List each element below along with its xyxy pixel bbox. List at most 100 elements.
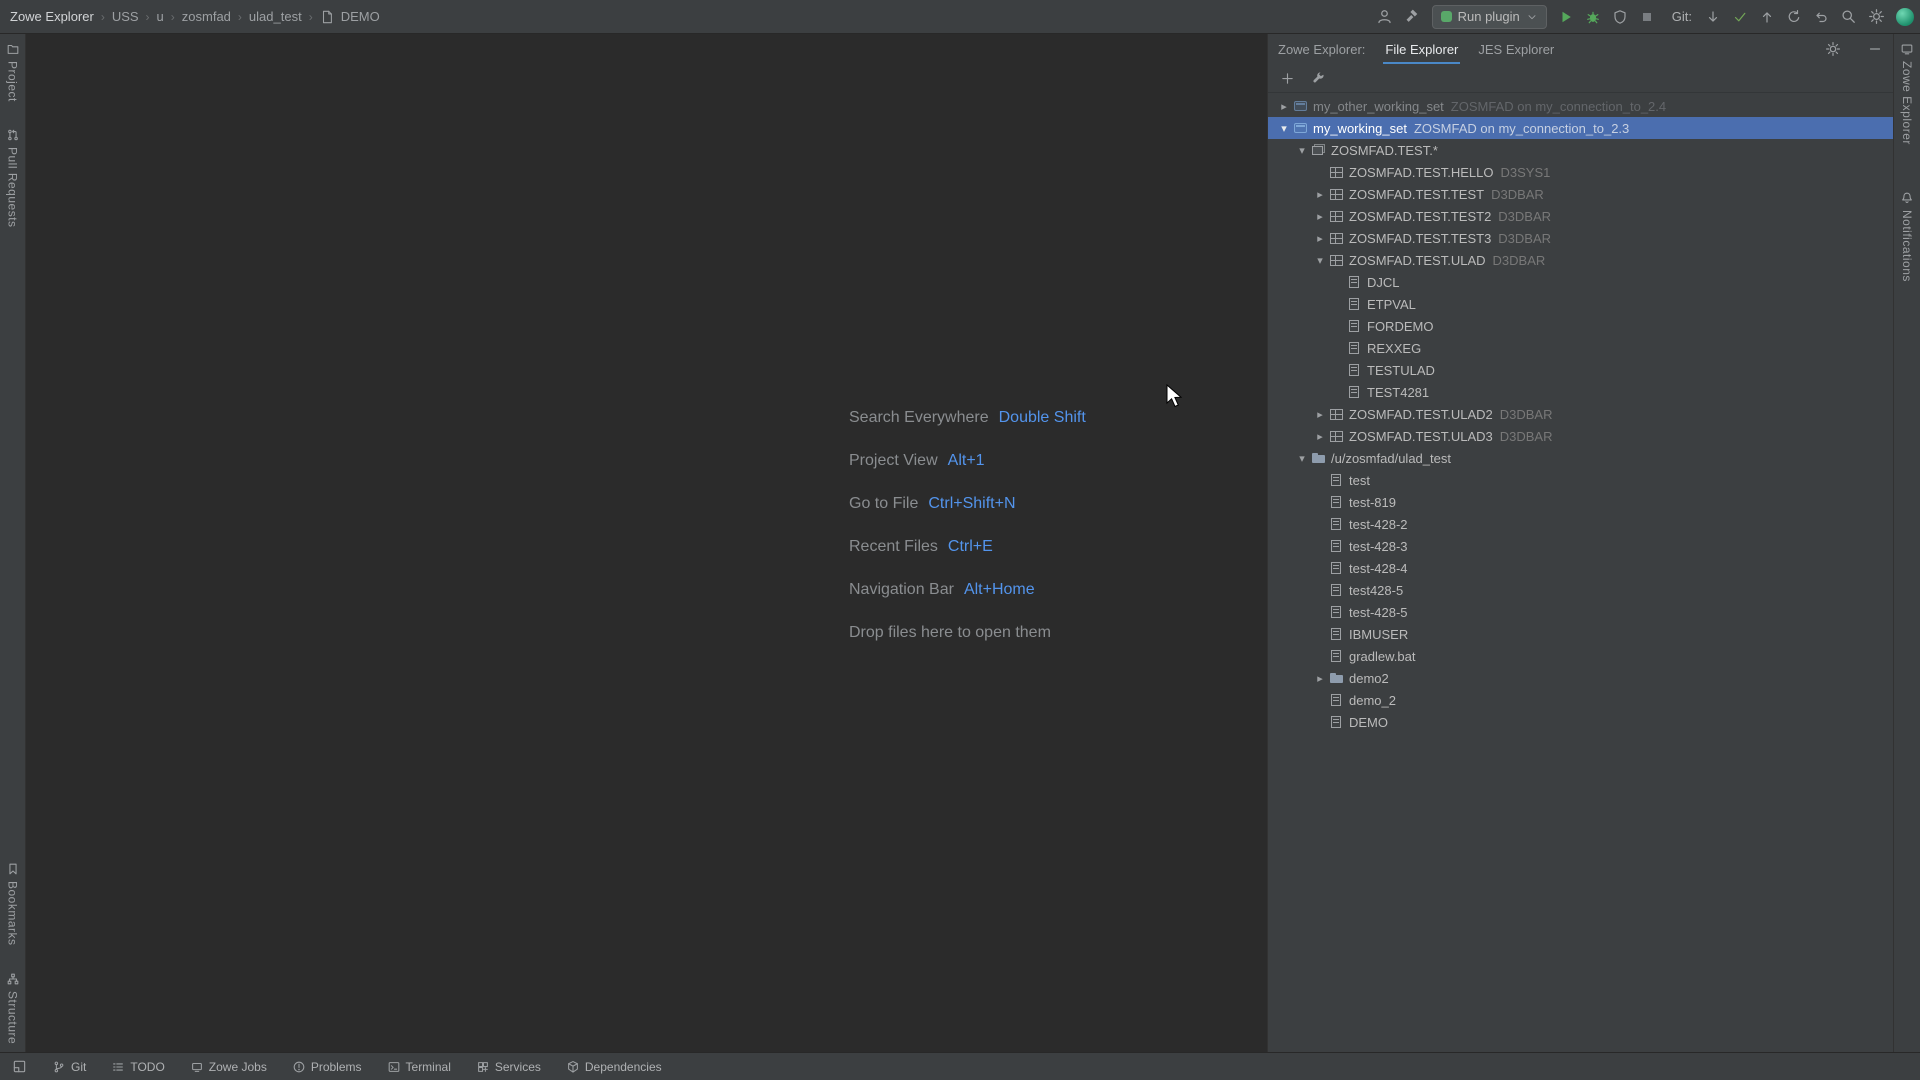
- ds-icon: [1328, 164, 1345, 180]
- panel-toolbar: [1268, 64, 1893, 93]
- statusbar-item-zowe-jobs[interactable]: Zowe Jobs: [190, 1060, 267, 1074]
- panel-settings-gear-icon[interactable]: [1825, 41, 1841, 57]
- tree-row[interactable]: ▾ZOSMFAD.TEST.ULADD3DBAR: [1268, 249, 1893, 271]
- settings-wrench-icon[interactable]: [1311, 71, 1326, 86]
- todo-list-icon: [111, 1060, 125, 1074]
- toolstripe-label: Bookmarks: [6, 881, 20, 946]
- coverage-shield-icon[interactable]: [1612, 9, 1628, 25]
- top-toolbar: Zowe Explorer › USS › u › zosmfad › ulad…: [0, 0, 1920, 34]
- tree-row[interactable]: test: [1268, 469, 1893, 491]
- ws-icon: [1292, 98, 1309, 114]
- file-icon: [1328, 604, 1345, 620]
- search-icon[interactable]: [1840, 8, 1857, 25]
- statusbar-item-services[interactable]: Services: [476, 1060, 541, 1074]
- hide-panel-icon[interactable]: [1867, 41, 1883, 57]
- statusbar-item-git[interactable]: Git: [52, 1060, 86, 1074]
- toolstripe-bookmarks[interactable]: Bookmarks: [6, 862, 20, 946]
- breadcrumb-item-zosmfad[interactable]: zosmfad: [182, 9, 231, 24]
- tree-row[interactable]: ▸my_other_working_setZOSMFAD on my_conne…: [1268, 95, 1893, 117]
- chevron-collapsed-icon[interactable]: ▸: [1312, 430, 1328, 443]
- toolstripe-structure[interactable]: Structure: [6, 972, 20, 1044]
- ds-icon: [1328, 406, 1345, 422]
- toolstripe-notifications[interactable]: Notifications: [1900, 191, 1914, 282]
- shortcut-text: Ctrl+Shift+N: [928, 495, 1015, 513]
- toolstripe-zowe-explorer[interactable]: Zowe Explorer: [1900, 42, 1914, 145]
- chevron-collapsed-icon[interactable]: ▸: [1312, 408, 1328, 421]
- tree-row[interactable]: ETPVAL: [1268, 293, 1893, 315]
- tree-row[interactable]: test-819: [1268, 491, 1893, 513]
- member-icon: [1346, 362, 1363, 378]
- tree-row[interactable]: ▾my_working_setZOSMFAD on my_connection_…: [1268, 117, 1893, 139]
- chevron-collapsed-icon[interactable]: ▸: [1276, 100, 1292, 113]
- tree-row[interactable]: IBMUSER: [1268, 623, 1893, 645]
- chevron-expanded-icon[interactable]: ▾: [1294, 452, 1310, 465]
- tree-row[interactable]: DEMO: [1268, 711, 1893, 733]
- hint-row-drop: Drop files here to open them: [849, 611, 1086, 654]
- chevron-expanded-icon[interactable]: ▾: [1276, 122, 1292, 135]
- tab-jes-explorer[interactable]: JES Explorer: [1478, 34, 1554, 64]
- statusbar-item-problems[interactable]: Problems: [292, 1060, 362, 1074]
- tree-row[interactable]: ▸ZOSMFAD.TEST.TEST3D3DBAR: [1268, 227, 1893, 249]
- build-hammer-icon[interactable]: [1404, 8, 1421, 25]
- problems-icon: [292, 1060, 306, 1074]
- add-icon[interactable]: [1280, 71, 1295, 86]
- toolstripe-pull-requests[interactable]: Pull Requests: [6, 128, 20, 228]
- run-icon[interactable]: [1558, 9, 1574, 25]
- tree-item-label: demo_2: [1349, 693, 1396, 708]
- stop-icon[interactable]: [1639, 9, 1655, 25]
- tree-row[interactable]: test-428-3: [1268, 535, 1893, 557]
- tool-window-switcher-icon[interactable]: [12, 1059, 27, 1074]
- user-icon[interactable]: [1376, 8, 1393, 25]
- push-icon[interactable]: [1759, 9, 1775, 25]
- tree-row[interactable]: ▸demo2: [1268, 667, 1893, 689]
- tree-item-suffix: D3DBAR: [1498, 209, 1551, 224]
- breadcrumb-item-uss[interactable]: USS: [112, 9, 139, 24]
- breadcrumb-item-ulad-test[interactable]: ulad_test: [249, 9, 302, 24]
- update-project-icon[interactable]: [1705, 9, 1721, 25]
- rollback-undo-icon[interactable]: [1813, 9, 1829, 25]
- tree-row[interactable]: ▸ZOSMFAD.TEST.ULAD2D3DBAR: [1268, 403, 1893, 425]
- chevron-expanded-icon[interactable]: ▾: [1312, 254, 1328, 267]
- hint-label: Recent Files: [849, 538, 938, 556]
- tree-row[interactable]: demo_2: [1268, 689, 1893, 711]
- statusbar-item-terminal[interactable]: Terminal: [387, 1060, 451, 1074]
- file-icon: [1328, 582, 1345, 598]
- tree-row[interactable]: TESTULAD: [1268, 359, 1893, 381]
- statusbar-item-todo[interactable]: TODO: [111, 1060, 164, 1074]
- tree-row[interactable]: test-428-5: [1268, 601, 1893, 623]
- tree-row[interactable]: ▸ ZOSMFAD.TEST.TEST2 D3DBAR: [1268, 205, 1893, 227]
- tree-row[interactable]: ▸ZOSMFAD.TEST.ULAD3D3DBAR: [1268, 425, 1893, 447]
- tree-row[interactable]: REXXEG: [1268, 337, 1893, 359]
- tree-row[interactable]: ▾ZOSMFAD.TEST.*: [1268, 139, 1893, 161]
- settings-gear-icon[interactable]: [1868, 8, 1885, 25]
- breadcrumb-item-project[interactable]: Zowe Explorer: [10, 9, 94, 24]
- commit-check-icon[interactable]: [1732, 9, 1748, 25]
- chevron-collapsed-icon[interactable]: ▸: [1312, 672, 1328, 685]
- tree-row[interactable]: ▸ZOSMFAD.TEST.TESTD3DBAR: [1268, 183, 1893, 205]
- refresh-icon[interactable]: [1786, 9, 1802, 25]
- chevron-collapsed-icon[interactable]: ▸: [1312, 210, 1328, 223]
- tree-row[interactable]: FORDEMO: [1268, 315, 1893, 337]
- tab-file-explorer[interactable]: File Explorer: [1385, 34, 1458, 64]
- run-configuration-select[interactable]: Run plugin: [1432, 5, 1547, 29]
- chevron-collapsed-icon[interactable]: ▸: [1312, 232, 1328, 245]
- tree-row[interactable]: gradlew.bat: [1268, 645, 1893, 667]
- tree-row[interactable]: ▾/u/zosmfad/ulad_test: [1268, 447, 1893, 469]
- chevron-collapsed-icon[interactable]: ▸: [1312, 188, 1328, 201]
- file-icon: [1328, 538, 1345, 554]
- breadcrumb-item-u[interactable]: u: [157, 9, 164, 24]
- debug-bug-icon[interactable]: [1585, 9, 1601, 25]
- chevron-expanded-icon[interactable]: ▾: [1294, 144, 1310, 157]
- tree-row[interactable]: ZOSMFAD.TEST.HELLOD3SYS1: [1268, 161, 1893, 183]
- statusbar-item-dependencies[interactable]: Dependencies: [566, 1060, 662, 1074]
- tree-row[interactable]: test-428-4: [1268, 557, 1893, 579]
- tree-row[interactable]: DJCL: [1268, 271, 1893, 293]
- editor-area[interactable]: Search Everywhere Double Shift Project V…: [26, 34, 1267, 1052]
- tree-row[interactable]: test-428-2: [1268, 513, 1893, 535]
- avatar[interactable]: [1896, 8, 1914, 26]
- toolstripe-project[interactable]: Project: [6, 42, 20, 102]
- tree-row[interactable]: TEST4281: [1268, 381, 1893, 403]
- tree-item-label: ZOSMFAD.TEST.TEST2: [1349, 209, 1491, 224]
- breadcrumb-item-demo-file[interactable]: DEMO: [341, 9, 380, 24]
- tree-row[interactable]: test428-5: [1268, 579, 1893, 601]
